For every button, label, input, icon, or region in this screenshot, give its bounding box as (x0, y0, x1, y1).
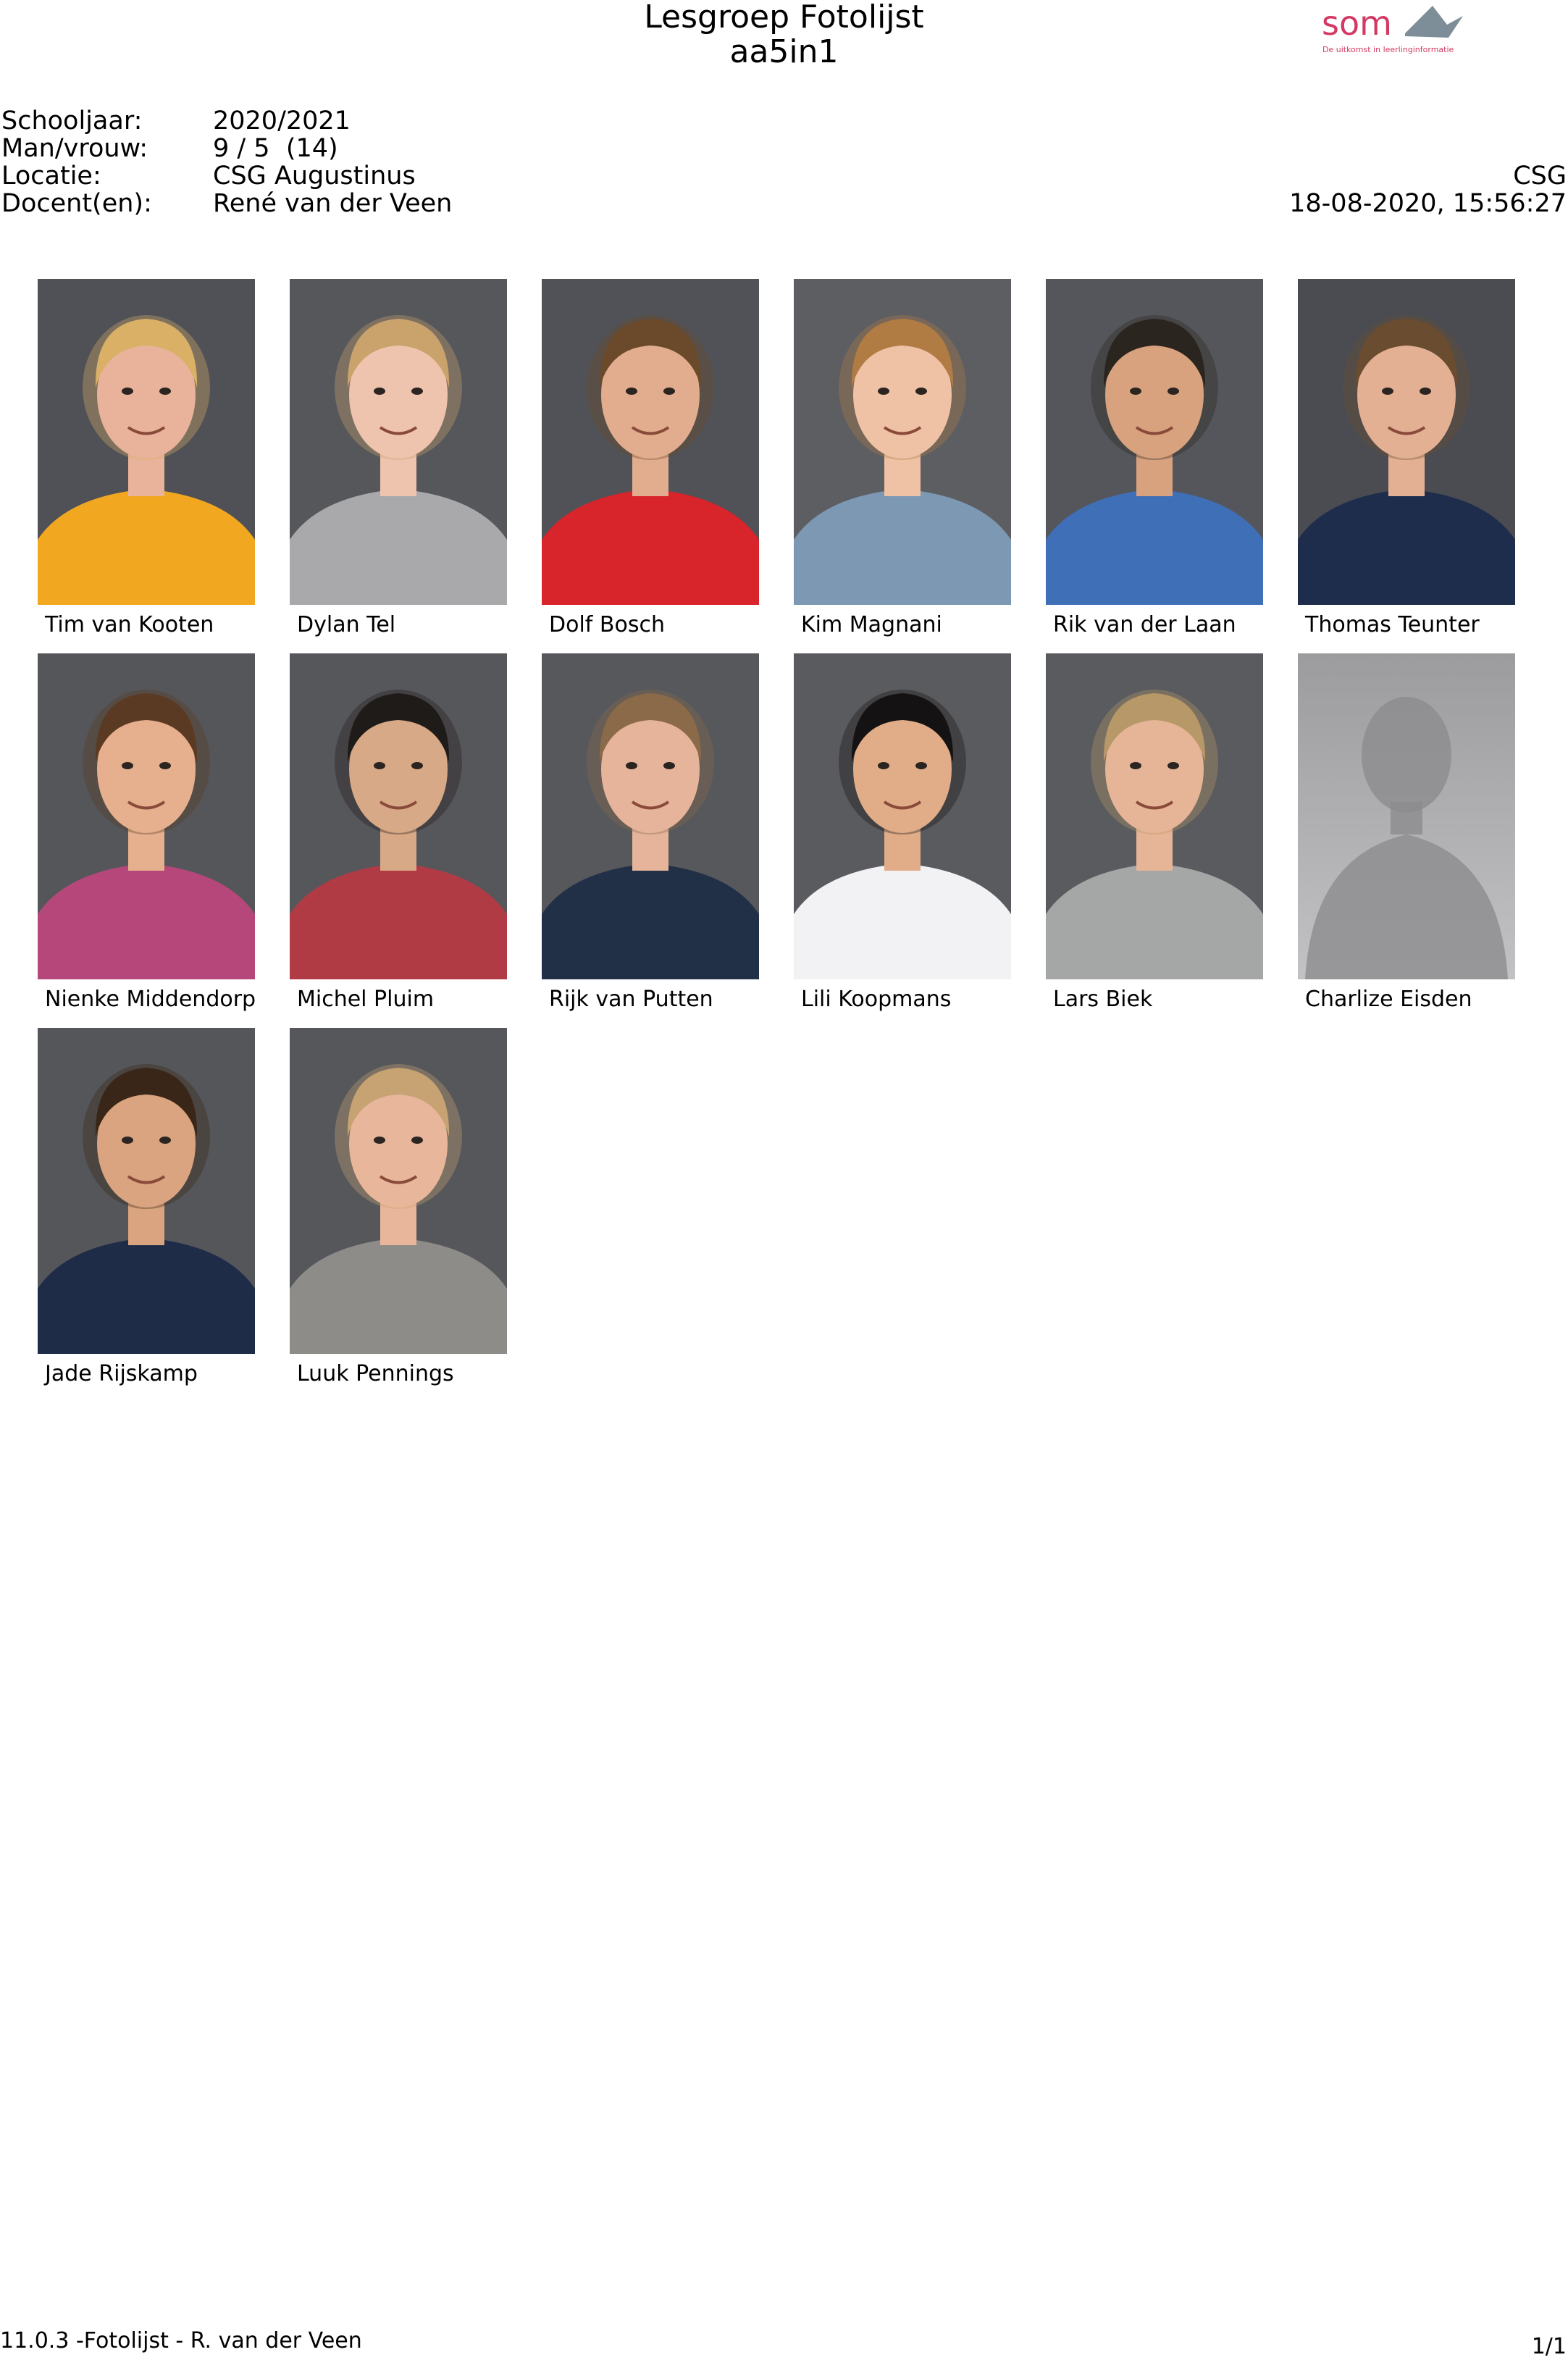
student-name: Dylan Tel (297, 612, 396, 637)
silhouette-icon (1298, 653, 1515, 979)
student-name: Michel Pluim (297, 987, 435, 1012)
student-name: Kim Magnani (801, 612, 942, 637)
student-card: Lili Koopmans (794, 653, 1011, 1016)
student-photo (38, 653, 255, 979)
portrait-icon (38, 279, 255, 605)
student-name: Tim van Kooten (45, 612, 214, 637)
student-card: Luuk Pennings (290, 1028, 507, 1390)
student-photo (794, 279, 1011, 605)
logo-tagline: De uitkomst in leerlinginformatie (1322, 45, 1454, 54)
student-card: Michel Pluim (290, 653, 507, 1016)
student-name: Lars Biek (1053, 987, 1153, 1012)
label-schooljaar: Schooljaar: (1, 106, 143, 135)
student-name: Dolf Bosch (549, 612, 665, 637)
student-photo (38, 279, 255, 605)
student-photo (794, 653, 1011, 979)
student-name: Thomas Teunter (1305, 612, 1480, 637)
student-card: Lars Biek (1046, 653, 1263, 1016)
value-schooljaar: 2020/2021 (213, 106, 351, 135)
student-card: Dylan Tel (290, 279, 507, 641)
student-photo (290, 653, 507, 979)
student-card: Tim van Kooten (38, 279, 255, 641)
student-name: Nienke Middendorp (45, 987, 256, 1012)
student-photo (1046, 279, 1263, 605)
portrait-icon (542, 653, 759, 979)
student-photo (1298, 279, 1515, 605)
school-short: CSG (1513, 162, 1567, 191)
portrait-icon (794, 279, 1011, 605)
portrait-icon (38, 653, 255, 979)
student-card: Jade Rijskamp (38, 1028, 255, 1390)
student-photo (542, 279, 759, 605)
student-photo (38, 1028, 255, 1354)
student-photo (290, 1028, 507, 1354)
student-name: Rijk van Putten (549, 987, 713, 1012)
label-docenten: Docent(en): (1, 189, 152, 218)
portrait-icon (290, 279, 507, 605)
student-photo (1046, 653, 1263, 979)
value-locatie: CSG Augustinus (213, 162, 416, 191)
portrait-icon (794, 653, 1011, 979)
logo-shape (1405, 6, 1463, 38)
label-man-vrouw: Man/vrouw: (1, 134, 148, 163)
student-photo (542, 653, 759, 979)
student-name: Luuk Pennings (297, 1361, 454, 1386)
value-man-vrouw: 9 / 5 (14) (213, 134, 338, 163)
som-logo: som De uitkomst in leerlinginformatie (1318, 0, 1470, 65)
label-locatie: Locatie: (1, 162, 101, 191)
portrait-icon (38, 1028, 255, 1354)
portrait-icon (542, 279, 759, 605)
portrait-icon (1046, 653, 1263, 979)
page-number: 1/1 (1531, 2334, 1567, 2359)
portrait-icon (1046, 279, 1263, 605)
portrait-icon (290, 1028, 507, 1354)
student-card: Nienke Middendorp (38, 653, 256, 1016)
student-card: Charlize Eisden (1298, 653, 1515, 1016)
student-name: Charlize Eisden (1305, 987, 1472, 1012)
value-docenten: René van der Veen (213, 189, 453, 218)
student-card: Kim Magnani (794, 279, 1011, 641)
student-card: Rik van der Laan (1046, 279, 1263, 641)
student-card: Dolf Bosch (542, 279, 759, 641)
student-name: Jade Rijskamp (45, 1361, 198, 1386)
print-datetime: 18-08-2020, 15:56:27 (1289, 189, 1567, 218)
student-name: Rik van der Laan (1053, 612, 1236, 637)
student-card: Thomas Teunter (1298, 279, 1515, 641)
student-photo (290, 279, 507, 605)
portrait-icon (290, 653, 507, 979)
student-card: Rijk van Putten (542, 653, 759, 1016)
logo-text: som (1322, 4, 1392, 43)
portrait-icon (1298, 279, 1515, 605)
student-photo-placeholder (1298, 653, 1515, 979)
footer-version: 11.0.3 -Fotolijst - R. van der Veen (0, 2328, 362, 2353)
student-name: Lili Koopmans (801, 987, 952, 1012)
som-logo-icon: som De uitkomst in leerlinginformatie (1322, 4, 1463, 54)
